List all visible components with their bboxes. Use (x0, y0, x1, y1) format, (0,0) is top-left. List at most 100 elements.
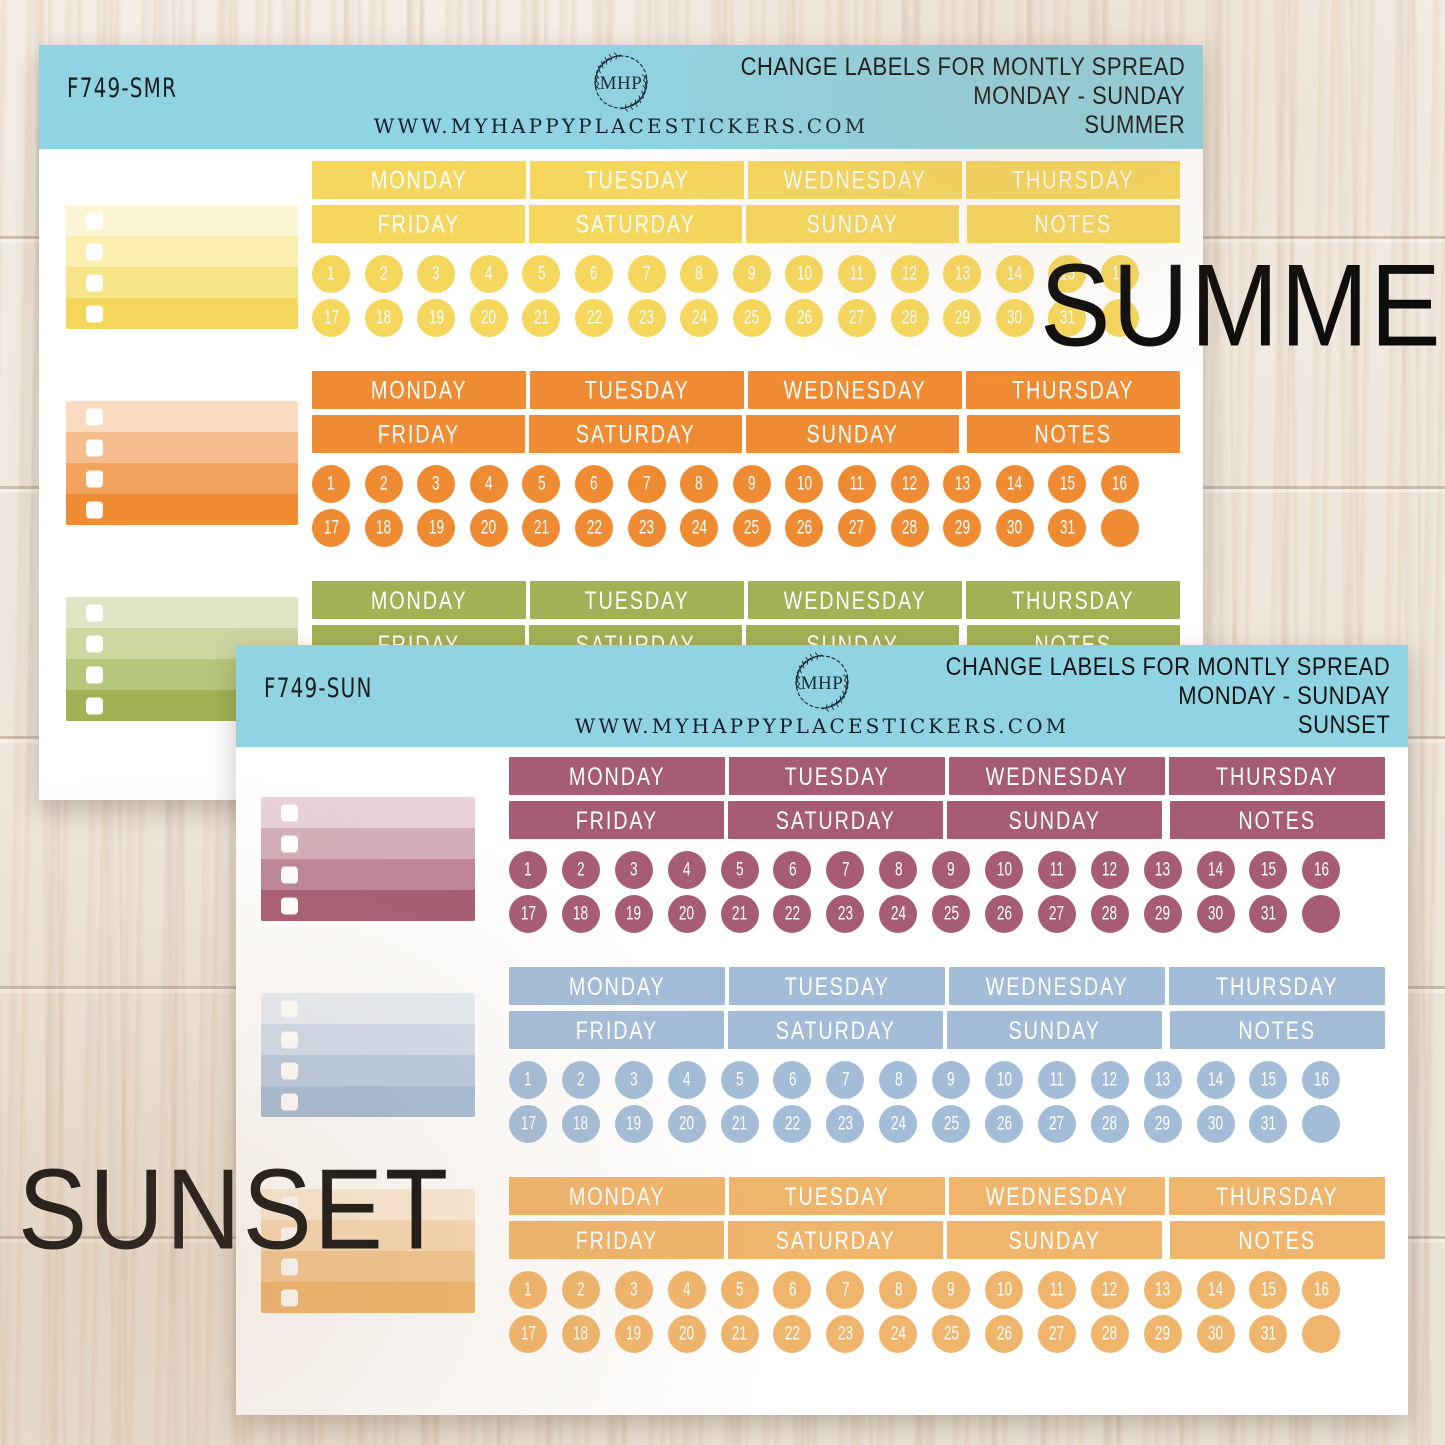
date-sticker-12[interactable]: 12 (1090, 1061, 1129, 1099)
date-sticker-2[interactable]: 2 (561, 1061, 600, 1099)
day-label-thursday[interactable]: THURSDAY (966, 371, 1180, 409)
date-sticker-24[interactable]: 24 (879, 1105, 918, 1143)
day-label-wednesday[interactable]: WEDNESDAY (748, 161, 962, 199)
date-sticker-11[interactable]: 11 (837, 255, 876, 293)
date-sticker-18[interactable]: 18 (561, 1105, 600, 1143)
date-sticker-2[interactable]: 2 (561, 1271, 600, 1309)
day-label-saturday[interactable]: SATURDAY (728, 1221, 943, 1259)
checklist-row[interactable] (66, 463, 298, 494)
checkbox-icon[interactable] (86, 604, 103, 621)
checkbox-icon[interactable] (86, 501, 103, 518)
day-label-tuesday[interactable]: TUESDAY (729, 1177, 945, 1215)
date-sticker-14[interactable]: 14 (1196, 1271, 1235, 1309)
date-sticker-26[interactable]: 26 (785, 509, 824, 547)
day-label-friday[interactable]: FRIDAY (312, 205, 525, 243)
checklist-row[interactable] (261, 1086, 475, 1117)
date-sticker-2[interactable]: 2 (561, 851, 600, 889)
date-sticker-9[interactable]: 9 (732, 465, 771, 503)
date-sticker-6[interactable]: 6 (773, 1271, 812, 1309)
date-sticker-16[interactable]: 16 (1302, 851, 1341, 889)
date-sticker-31[interactable]: 31 (1249, 1315, 1288, 1353)
day-label-sunday[interactable]: SUNDAY (947, 1221, 1162, 1259)
date-sticker-20[interactable]: 20 (469, 299, 508, 337)
date-sticker-18[interactable]: 18 (364, 509, 403, 547)
date-sticker-10[interactable]: 10 (985, 851, 1024, 889)
day-label-monday[interactable]: MONDAY (312, 161, 526, 199)
date-sticker-3[interactable]: 3 (614, 851, 653, 889)
checkbox-icon[interactable] (86, 439, 103, 456)
date-sticker-27[interactable]: 27 (1037, 1105, 1076, 1143)
date-sticker-15[interactable]: 15 (1048, 465, 1087, 503)
date-sticker-9[interactable]: 9 (932, 1061, 971, 1099)
day-label-saturday[interactable]: SATURDAY (728, 1011, 943, 1049)
date-sticker-18[interactable]: 18 (561, 1315, 600, 1353)
day-label-friday[interactable]: FRIDAY (509, 801, 724, 839)
date-sticker-blank[interactable] (1302, 1315, 1341, 1353)
checkbox-icon[interactable] (86, 470, 103, 487)
date-sticker-24[interactable]: 24 (879, 895, 918, 933)
day-label-wednesday[interactable]: WEDNESDAY (748, 581, 962, 619)
date-sticker-18[interactable]: 18 (364, 299, 403, 337)
day-label-thursday[interactable]: THURSDAY (966, 161, 1180, 199)
checklist-row[interactable] (261, 1282, 475, 1313)
checklist-row[interactable] (66, 298, 298, 329)
date-sticker-19[interactable]: 19 (614, 1105, 653, 1143)
date-sticker-11[interactable]: 11 (837, 465, 876, 503)
day-label-monday[interactable]: MONDAY (509, 757, 725, 795)
checkbox-icon[interactable] (281, 835, 298, 852)
date-sticker-17[interactable]: 17 (509, 895, 547, 933)
date-sticker-9[interactable]: 9 (932, 1271, 971, 1309)
checkbox-icon[interactable] (281, 1000, 298, 1017)
date-sticker-1[interactable]: 1 (312, 465, 350, 503)
checkbox-icon[interactable] (281, 1093, 298, 1110)
date-sticker-27[interactable]: 27 (837, 509, 876, 547)
date-sticker-7[interactable]: 7 (826, 1061, 865, 1099)
date-sticker-13[interactable]: 13 (1143, 1271, 1182, 1309)
date-sticker-14[interactable]: 14 (995, 465, 1034, 503)
checklist-row[interactable] (261, 828, 475, 859)
date-sticker-15[interactable]: 15 (1249, 1271, 1288, 1309)
date-sticker-17[interactable]: 17 (509, 1105, 547, 1143)
date-sticker-29[interactable]: 29 (1143, 1105, 1182, 1143)
date-sticker-blank[interactable] (1100, 509, 1139, 547)
date-sticker-28[interactable]: 28 (1090, 895, 1129, 933)
day-label-thursday[interactable]: THURSDAY (1169, 967, 1385, 1005)
date-sticker-15[interactable]: 15 (1249, 1061, 1288, 1099)
date-sticker-27[interactable]: 27 (1037, 895, 1076, 933)
date-sticker-8[interactable]: 8 (879, 1061, 918, 1099)
date-sticker-26[interactable]: 26 (985, 1105, 1024, 1143)
date-sticker-19[interactable]: 19 (417, 299, 456, 337)
day-label-wednesday[interactable]: WEDNESDAY (949, 1177, 1165, 1215)
checklist-row[interactable] (261, 797, 475, 828)
checkbox-icon[interactable] (281, 897, 298, 914)
checklist-row[interactable] (261, 1024, 475, 1055)
checkbox-icon[interactable] (281, 866, 298, 883)
date-sticker-12[interactable]: 12 (1090, 851, 1129, 889)
date-sticker-28[interactable]: 28 (890, 299, 929, 337)
date-sticker-30[interactable]: 30 (995, 299, 1034, 337)
day-label-monday[interactable]: MONDAY (312, 581, 526, 619)
date-sticker-13[interactable]: 13 (943, 255, 982, 293)
day-label-thursday[interactable]: THURSDAY (1169, 757, 1385, 795)
date-sticker-29[interactable]: 29 (943, 509, 982, 547)
day-label-saturday[interactable]: SATURDAY (529, 205, 742, 243)
date-sticker-26[interactable]: 26 (785, 299, 824, 337)
date-sticker-7[interactable]: 7 (826, 1271, 865, 1309)
date-sticker-13[interactable]: 13 (1143, 1061, 1182, 1099)
checkbox-icon[interactable] (281, 1289, 298, 1306)
day-label-sunday[interactable]: SUNDAY (947, 801, 1162, 839)
date-sticker-30[interactable]: 30 (1196, 895, 1235, 933)
date-sticker-19[interactable]: 19 (417, 509, 456, 547)
day-label-notes[interactable]: NOTES (967, 205, 1180, 243)
date-sticker-10[interactable]: 10 (785, 465, 824, 503)
checklist-row[interactable] (261, 993, 475, 1024)
date-sticker-1[interactable]: 1 (312, 255, 350, 293)
date-sticker-10[interactable]: 10 (985, 1061, 1024, 1099)
date-sticker-27[interactable]: 27 (837, 299, 876, 337)
date-sticker-24[interactable]: 24 (680, 299, 719, 337)
checkbox-icon[interactable] (86, 408, 103, 425)
date-sticker-11[interactable]: 11 (1037, 851, 1076, 889)
checklist-row[interactable] (66, 401, 298, 432)
date-sticker-7[interactable]: 7 (627, 465, 666, 503)
day-label-thursday[interactable]: THURSDAY (966, 581, 1180, 619)
